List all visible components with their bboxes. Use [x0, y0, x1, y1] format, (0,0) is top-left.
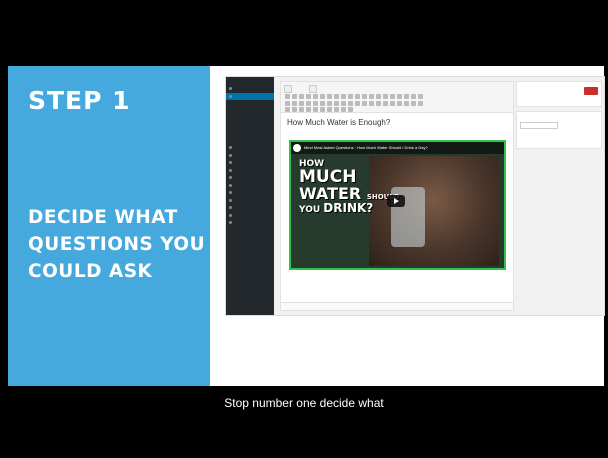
slide: STEP 1 DECIDE WHAT QUESTIONS YOU COULD A…: [8, 66, 605, 386]
video-title-bar: Mind Most Asked Questions · How Much Wat…: [291, 142, 504, 154]
video-title: Mind Most Asked Questions · How Much Wat…: [304, 145, 428, 150]
post-title: How Much Water is Enough?: [287, 118, 391, 127]
add-media-button: [284, 85, 292, 93]
step-desc-line-2: QUESTIONS YOU: [28, 234, 206, 255]
subtitle-caption: Stop number one decide what: [224, 396, 384, 410]
wp-menu-item: [226, 174, 274, 182]
editor-status-bar: [281, 302, 513, 310]
categories-select: [520, 122, 558, 129]
wp-menu-item: [226, 189, 274, 197]
wp-menu-item: [226, 144, 274, 152]
wp-menu-item-active: [226, 92, 274, 100]
headline-line-3: WATER SHOULD: [299, 186, 400, 202]
wp-menu-item: [226, 197, 274, 205]
video-headline: HOW MUCH WATER SHOULD YOU DRINK?: [299, 160, 400, 215]
headline-line-4: YOU DRINK?: [299, 202, 400, 215]
wordpress-editor-screenshot: How Much Water is Enough? Mind Most Aske…: [225, 76, 605, 316]
step-desc-line-3: COULD ASK: [28, 261, 153, 282]
channel-avatar: [293, 144, 301, 152]
toolbar-row-3: [285, 107, 353, 112]
wp-admin-sidebar: [226, 77, 274, 315]
embedded-video: Mind Most Asked Questions · How Much Wat…: [289, 140, 506, 270]
toolbar-row-2: [285, 101, 423, 106]
editor-right-panel: [516, 81, 602, 151]
add-form-button: [309, 85, 317, 93]
video-top-letterbox: [0, 0, 608, 66]
step-description: DECIDE WHAT QUESTIONS YOU COULD ASK: [28, 204, 206, 285]
toolbar-row-1: [285, 94, 423, 99]
publish-box: [516, 81, 602, 107]
publish-button: [584, 87, 598, 95]
wp-menu-item: [226, 212, 274, 220]
wp-menu-item: [226, 204, 274, 212]
categories-box: [516, 111, 602, 149]
step-desc-line-1: DECIDE WHAT: [28, 207, 178, 228]
post-editor: How Much Water is Enough? Mind Most Aske…: [280, 81, 514, 311]
title-panel: STEP 1 DECIDE WHAT QUESTIONS YOU COULD A…: [8, 66, 210, 386]
wp-menu-item: [226, 159, 274, 167]
headline-word-you: YOU: [299, 205, 321, 215]
wp-menu-item: [226, 167, 274, 175]
step-title: STEP 1: [28, 86, 131, 115]
wp-menu-item: [226, 152, 274, 160]
editor-toolbar: [281, 82, 513, 113]
wp-menu-item: [226, 85, 274, 93]
wp-menu-item: [226, 219, 274, 227]
play-icon: [387, 195, 405, 207]
headline-word-drink: DRINK?: [323, 201, 374, 215]
wp-menu-item: [226, 182, 274, 190]
